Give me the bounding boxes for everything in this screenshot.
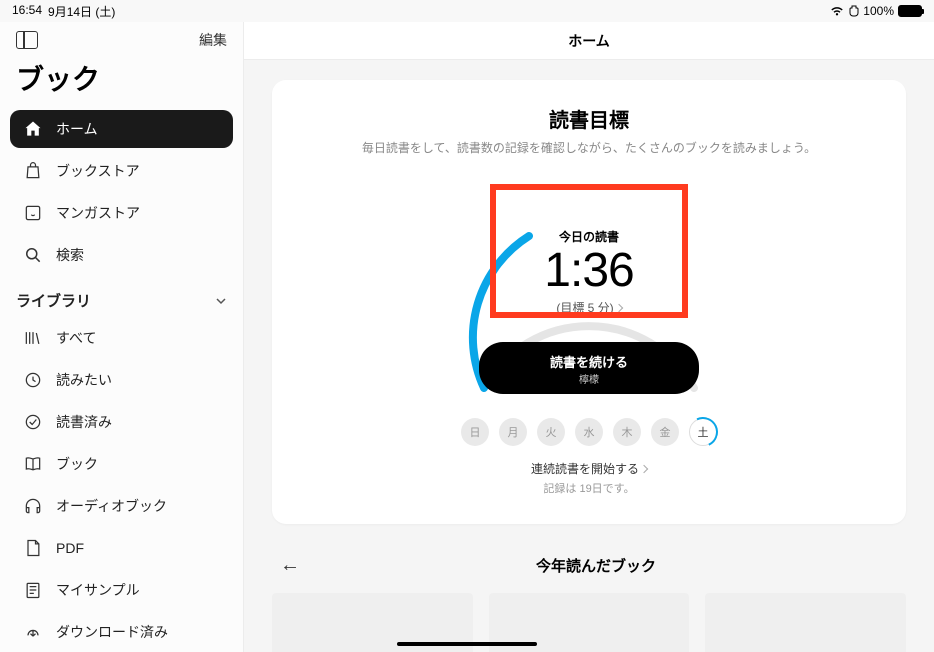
battery-percent: 100% [863, 4, 894, 18]
lib-wantread[interactable]: 読みたい [10, 361, 233, 399]
shelf-icon [22, 327, 44, 349]
lib-samples[interactable]: マイサンプル [10, 571, 233, 609]
nav-label: ホーム [56, 119, 98, 139]
day-sat[interactable]: 土 [689, 418, 717, 446]
nav-home[interactable]: ホーム [10, 110, 233, 148]
check-icon [22, 411, 44, 433]
nav-bookstore[interactable]: ブックストア [10, 152, 233, 190]
day-wed[interactable]: 水 [575, 418, 603, 446]
battery-icon [898, 5, 922, 17]
lib-all[interactable]: すべて [10, 319, 233, 357]
chevron-right-icon [614, 303, 622, 311]
streak-days: 日 月 火 水 木 金 土 [300, 418, 878, 446]
lib-pdf[interactable]: PDF [10, 529, 233, 567]
download-icon [22, 621, 44, 643]
goal-title: 読書目標 [300, 104, 878, 133]
nav-label: マンガストア [56, 203, 140, 223]
day-mon[interactable]: 月 [499, 418, 527, 446]
main-header: ● ● ● ホーム [244, 22, 934, 60]
home-icon [22, 118, 44, 140]
nav-mangastore[interactable]: マンガストア [10, 194, 233, 232]
clock-icon [22, 369, 44, 391]
status-time: 16:54 [12, 3, 42, 20]
sample-icon [22, 579, 44, 601]
main: ● ● ● ホーム 読書目標 毎日読書をして、読書数の記録を確認しながら、たくさ… [244, 22, 934, 652]
wifi-icon [829, 5, 845, 17]
bag-icon [22, 160, 44, 182]
chevron-down-icon [215, 295, 227, 307]
status-date: 9月14日 (土) [48, 3, 115, 20]
year-placeholders: 1 2 3 [272, 593, 906, 652]
manga-icon [22, 202, 44, 224]
reading-goal-card: 読書目標 毎日読書をして、読書数の記録を確認しながら、たくさんのブックを読みまし… [272, 80, 906, 524]
year-section-title: 今年読んだブック [326, 555, 866, 576]
home-indicator[interactable] [397, 642, 537, 646]
book-icon [22, 453, 44, 475]
edit-button[interactable]: 編集 [199, 30, 227, 50]
streak-record: 記録は 19日です。 [300, 480, 878, 496]
goal-subtitle: 毎日読書をして、読書数の記録を確認しながら、たくさんのブックを読みましょう。 [300, 139, 878, 156]
sidebar-title: ブック [0, 50, 243, 108]
nav-label: 検索 [56, 245, 84, 265]
sidebar: 編集 ブック ホーム ブックストア マンガストア 検索 ライブラリ すべて 読み… [0, 22, 244, 652]
lib-downloaded[interactable]: ダウンロード済み [10, 613, 233, 651]
day-thu[interactable]: 木 [613, 418, 641, 446]
lib-books[interactable]: ブック [10, 445, 233, 483]
lib-finished[interactable]: 読書済み [10, 403, 233, 441]
progress-gauge: 今日の読書 1:36 (目標 5 分) [439, 178, 739, 358]
section-library[interactable]: ライブラリ [0, 276, 243, 317]
continue-reading-button[interactable]: 読書を続ける 檸檬 [479, 342, 699, 394]
today-time: 1:36 [494, 247, 684, 295]
lib-audiobooks[interactable]: オーディオブック [10, 487, 233, 525]
back-arrow[interactable]: ← [272, 550, 308, 581]
charging-icon [849, 5, 859, 17]
day-sun[interactable]: 日 [461, 418, 489, 446]
main-title: ホーム [568, 31, 610, 51]
nav-search[interactable]: 検索 [10, 236, 233, 274]
book-slot-3[interactable]: 3 [705, 593, 906, 652]
sidebar-toggle-icon[interactable] [16, 31, 38, 49]
headphones-icon [22, 495, 44, 517]
day-tue[interactable]: 火 [537, 418, 565, 446]
nav-label: ブックストア [56, 161, 140, 181]
pdf-icon [22, 537, 44, 559]
today-goal-link[interactable]: (目標 5 分) [556, 299, 621, 316]
today-label: 今日の読書 [494, 228, 684, 245]
search-icon [22, 244, 44, 266]
day-fri[interactable]: 金 [651, 418, 679, 446]
